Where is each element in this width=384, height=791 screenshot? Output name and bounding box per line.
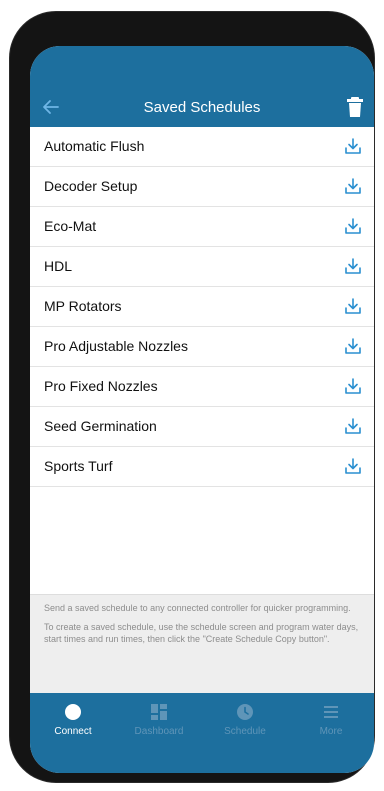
download-icon[interactable]: [344, 177, 362, 195]
schedule-label: Sports Turf: [44, 458, 113, 474]
download-icon[interactable]: [344, 217, 362, 235]
tab-label: More: [319, 726, 343, 737]
schedule-row-seed-germination[interactable]: Seed Germination: [30, 407, 374, 447]
tab-dashboard[interactable]: Dashboard: [116, 703, 202, 753]
schedule-row-automatic-flush[interactable]: Automatic Flush: [30, 127, 374, 167]
clock-icon: [237, 704, 253, 720]
tab-label: Dashboard: [134, 726, 184, 737]
page-title: Saved Schedules: [143, 99, 261, 116]
connect-circle-icon: [65, 704, 81, 720]
download-icon[interactable]: [344, 257, 362, 275]
tab-connect[interactable]: Connect: [30, 703, 116, 753]
phone-frame: Saved Schedules Automatic Flush Decoder …: [10, 12, 374, 782]
tab-label: Connect: [54, 726, 92, 737]
tab-label: Schedule: [224, 726, 266, 737]
tab-more[interactable]: More: [288, 703, 374, 753]
schedule-row-hdl[interactable]: HDL: [30, 247, 374, 287]
schedule-label: Automatic Flush: [44, 138, 145, 154]
download-icon[interactable]: [344, 297, 362, 315]
schedule-row-mp-rotators[interactable]: MP Rotators: [30, 287, 374, 327]
download-icon[interactable]: [344, 137, 362, 155]
schedule-row-decoder-setup[interactable]: Decoder Setup: [30, 167, 374, 207]
schedule-label: MP Rotators: [44, 298, 122, 314]
download-icon[interactable]: [344, 417, 362, 435]
download-icon[interactable]: [344, 377, 362, 395]
download-icon[interactable]: [344, 457, 362, 475]
schedule-label: Eco-Mat: [44, 218, 97, 234]
dashboard-grid-icon: [151, 704, 167, 720]
schedule-row-sports-turf[interactable]: Sports Turf: [30, 447, 374, 487]
schedule-row-pro-adjustable-nozzles[interactable]: Pro Adjustable Nozzles: [30, 327, 374, 367]
schedule-label: Pro Adjustable Nozzles: [44, 338, 188, 354]
info-text-create: To create a saved schedule, use the sche…: [44, 622, 359, 644]
download-icon[interactable]: [344, 337, 362, 355]
trash-icon[interactable]: [346, 96, 364, 118]
app-header: Saved Schedules: [30, 46, 374, 127]
info-panel: Send a saved schedule to any connected c…: [30, 594, 374, 693]
app-screen: Saved Schedules Automatic Flush Decoder …: [30, 46, 374, 773]
saved-schedule-list: Automatic Flush Decoder Setup Eco-Mat HD…: [30, 127, 374, 487]
schedule-label: Pro Fixed Nozzles: [44, 378, 158, 394]
tab-schedule[interactable]: Schedule: [202, 703, 288, 753]
menu-icon: [324, 706, 338, 718]
schedule-row-pro-fixed-nozzles[interactable]: Pro Fixed Nozzles: [30, 367, 374, 407]
schedule-label: Seed Germination: [44, 418, 157, 434]
schedule-label: HDL: [44, 258, 73, 274]
info-text-send: Send a saved schedule to any connected c…: [44, 603, 351, 613]
bottom-tab-bar: Connect Dashboard Schedule More: [30, 693, 374, 773]
schedule-label: Decoder Setup: [44, 178, 138, 194]
schedule-row-eco-mat[interactable]: Eco-Mat: [30, 207, 374, 247]
